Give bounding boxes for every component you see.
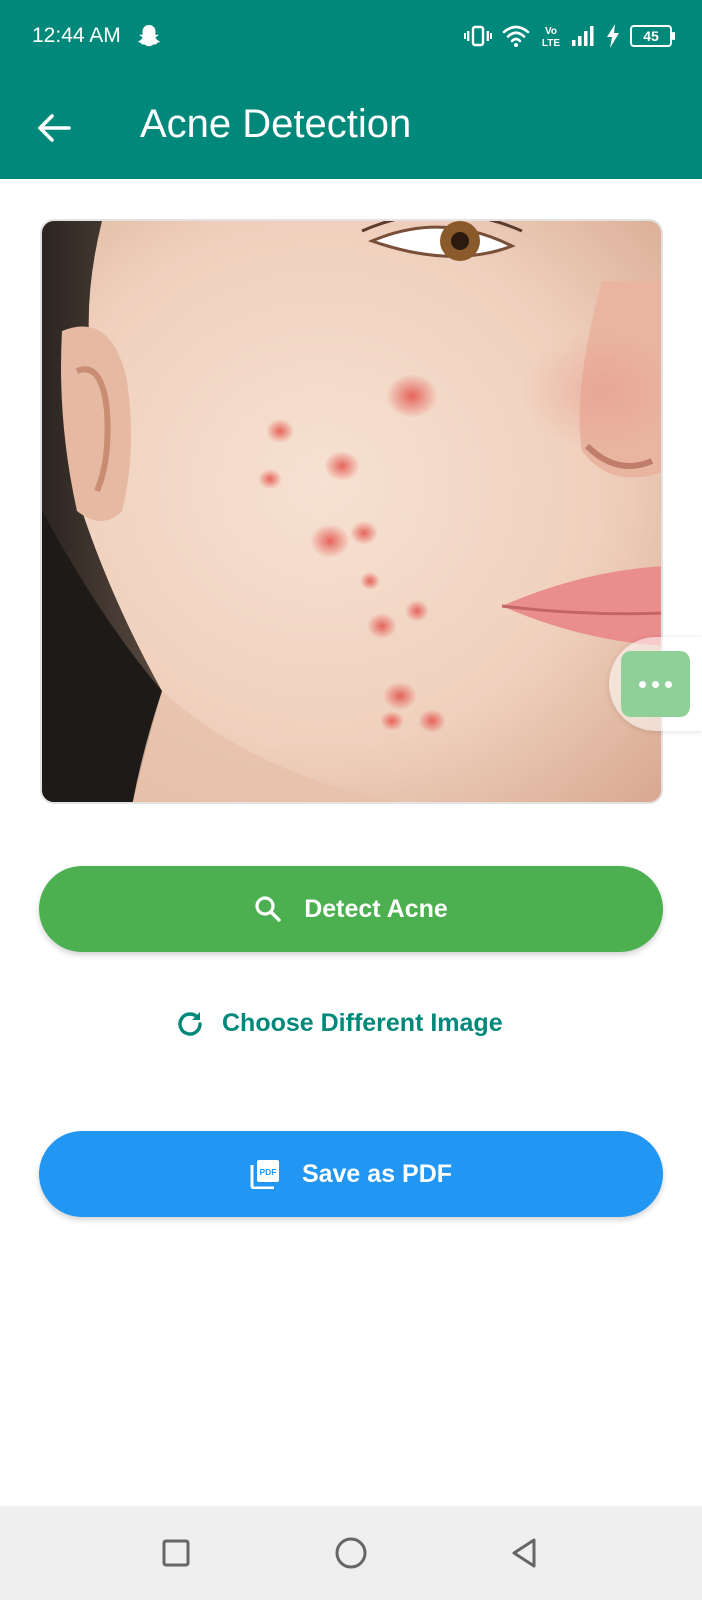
svg-text:LTE: LTE [542, 38, 560, 49]
back-button[interactable] [28, 102, 80, 154]
page-title: Acne Detection [140, 102, 412, 146]
status-bar: 12:44 AM Vo LTE 45 [0, 0, 702, 70]
choose-different-image-label: Choose Different Image [222, 1009, 503, 1037]
vibrate-icon [464, 24, 492, 48]
snapchat-icon [137, 23, 161, 49]
circle-icon [335, 1537, 367, 1569]
svg-text:Vo: Vo [545, 26, 557, 37]
refresh-icon [178, 1012, 202, 1036]
svg-text:PDF: PDF [259, 1167, 276, 1177]
save-as-pdf-label: Save as PDF [301, 1160, 453, 1188]
detect-acne-button[interactable]: Detect Acne [39, 866, 663, 952]
toolbar: Acne Detection [0, 80, 702, 170]
pdf-file-icon: PDF [250, 1160, 279, 1189]
home-button[interactable] [326, 1528, 376, 1578]
signal-icon [572, 25, 596, 47]
selected-photo [40, 219, 663, 804]
save-as-pdf-button[interactable]: PDF Save as PDF [39, 1131, 663, 1217]
battery-level: 45 [643, 28, 659, 44]
charging-icon [606, 24, 620, 48]
recents-button[interactable] [151, 1528, 201, 1578]
system-back-button[interactable] [500, 1528, 550, 1578]
arrow-left-icon [38, 114, 71, 142]
system-navigation-bar [0, 1506, 702, 1600]
app-header: 12:44 AM Vo LTE 45 Acne Detection [0, 0, 702, 179]
wifi-icon [502, 24, 530, 48]
status-time: 12:44 AM [32, 24, 121, 47]
volte-icon: Vo LTE [540, 23, 562, 49]
choose-different-image-button[interactable]: Choose Different Image [176, 998, 503, 1048]
triangle-back-icon [512, 1538, 536, 1568]
battery-icon: 45 [630, 25, 675, 47]
status-icons: Vo LTE 45 [464, 22, 675, 50]
search-icon [255, 896, 281, 922]
square-icon [162, 1539, 190, 1567]
detect-acne-label: Detect Acne [304, 895, 448, 923]
floating-menu-button[interactable] [609, 637, 702, 731]
more-horizontal-icon [621, 651, 690, 717]
